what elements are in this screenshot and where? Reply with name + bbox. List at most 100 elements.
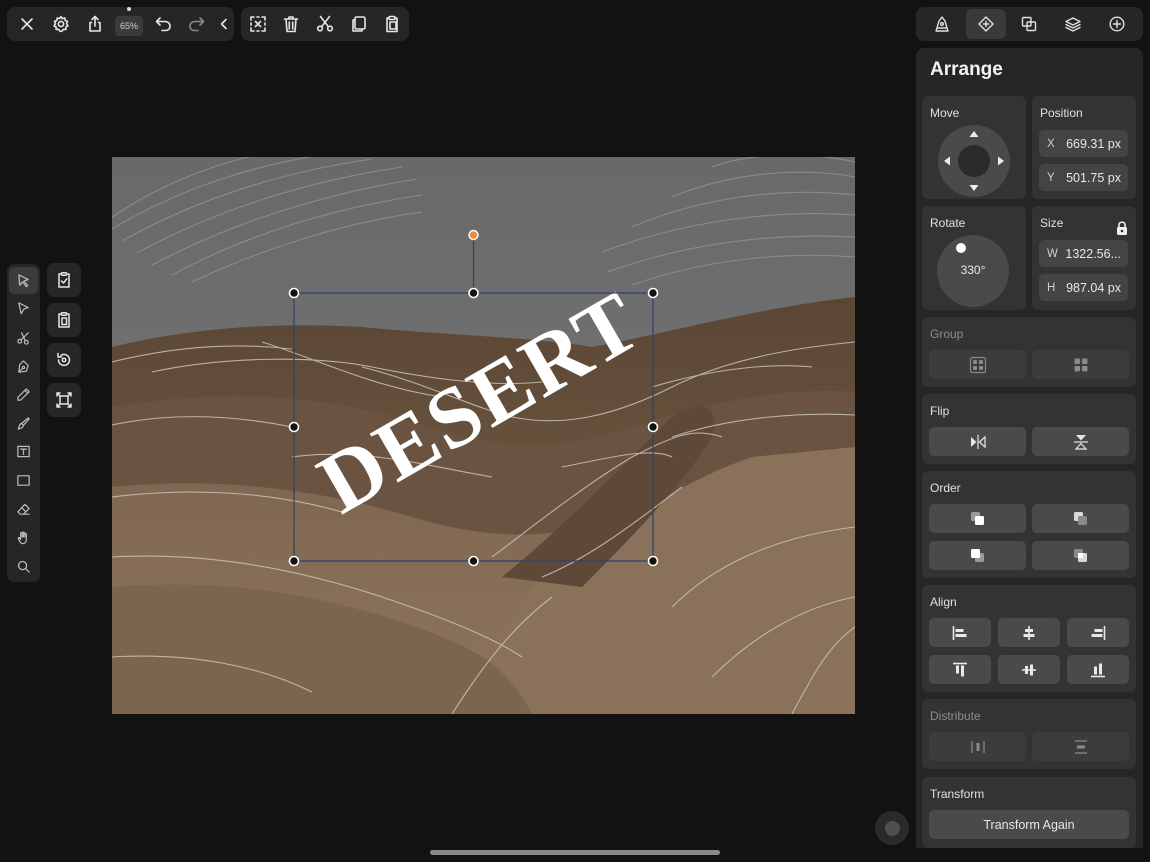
group-button[interactable] [929,350,1026,379]
position-card: Position X 669.31 px Y 501.75 px [1032,96,1136,199]
move-card: Move [922,96,1026,199]
checklist-icon[interactable] [47,263,81,297]
flip-vertical-button[interactable] [1032,427,1129,456]
move-label: Move [930,106,960,120]
floating-action-dot [884,820,900,836]
resize-handle-bottom-right [647,555,659,567]
bring-to-front-button[interactable] [929,504,1026,533]
align-right-icon [1091,625,1106,640]
move-nudge-pad[interactable] [937,125,1011,197]
share-icon[interactable] [78,7,112,41]
transform-again-button[interactable]: Transform Again [929,810,1129,839]
bring-to-front-icon [970,511,984,525]
style-tab[interactable] [922,9,962,39]
align-middle-button[interactable] [998,655,1060,684]
selection-tool[interactable] [9,266,38,294]
distribute-horizontal-button[interactable] [929,732,1026,761]
rotate-card: Rotate 330° [922,206,1026,310]
rotate-dial-knob[interactable] [956,243,966,253]
paste-style-icon[interactable] [47,303,81,337]
cut-icon[interactable] [308,7,342,41]
rotate-dial[interactable]: 330° [937,235,1009,307]
paste-icon[interactable] [375,7,409,41]
shape-tool[interactable] [9,467,38,494]
size-width-field[interactable]: W 1322.56... [1039,240,1128,267]
panel-tab-bar [916,7,1143,41]
redo-icon[interactable] [180,7,214,41]
align-center-button[interactable] [998,618,1060,647]
y-value: 501.75 px [1066,170,1121,185]
hand-tool[interactable] [9,524,38,551]
node-tool[interactable] [9,295,38,322]
flip-vertical-icon [1073,434,1088,450]
panel-title: Arrange [930,59,1003,80]
path-ops-tab[interactable] [1009,9,1049,39]
arrange-panel: Arrange Move Position X 669.31 px Y 501.… [916,48,1143,848]
copy-icon[interactable] [342,7,376,41]
flip-horizontal-button[interactable] [929,427,1026,456]
pencil-tool[interactable] [9,381,38,408]
resize-handle-top-left [288,287,300,299]
deselect-icon[interactable] [241,7,275,41]
position-y-field[interactable]: Y 501.75 px [1039,164,1128,191]
position-x-field[interactable]: X 669.31 px [1039,130,1128,157]
flip-label: Flip [930,404,950,418]
scissors-tool[interactable] [9,324,38,351]
align-bottom-button[interactable] [1067,655,1129,684]
desert-artwork: DESERT [112,157,855,714]
main-toolbar: 65% [7,7,234,41]
bring-forward-button[interactable] [1032,504,1129,533]
zoom-indicator[interactable]: 65% [112,7,146,41]
size-height-field[interactable]: H 987.04 px [1039,274,1128,301]
align-left-icon [952,625,967,640]
align-left-button[interactable] [929,618,991,647]
resize-handle-left [288,421,300,433]
align-center-icon [1023,625,1035,640]
resize-handle-top [468,287,479,299]
aspect-lock-icon[interactable] [1116,220,1128,236]
layers-tab[interactable] [1053,9,1093,39]
fit-frame-icon[interactable] [47,383,81,417]
transform-card: Transform Transform Again [922,777,1136,848]
align-top-button[interactable] [929,655,991,684]
text-tool[interactable] [9,438,38,465]
trash-icon[interactable] [275,7,309,41]
settings-icon[interactable] [44,7,78,41]
artboard-canvas[interactable]: DESERT [112,157,855,714]
send-backward-button[interactable] [929,541,1026,570]
arrange-tab[interactable] [965,9,1006,39]
align-label: Align [930,595,957,609]
align-top-icon [953,662,967,676]
order-card: Order [922,471,1136,578]
transform-again-label: Transform Again [983,817,1075,832]
align-right-button[interactable] [1067,618,1129,647]
rotate-value: 330° [960,263,986,277]
eraser-tool[interactable] [9,496,38,523]
close-icon[interactable] [10,7,44,41]
send-to-back-button[interactable] [1032,541,1129,570]
resize-handle-bottom [468,555,479,567]
align-card: Align [922,585,1136,692]
distribute-card: Distribute [922,699,1136,769]
undo-icon[interactable] [146,7,180,41]
x-value: 669.31 px [1066,136,1121,151]
distribute-vertical-icon [1074,739,1087,754]
rotate-label: Rotate [930,216,966,230]
group-icon [969,356,986,373]
zoom-level-badge: 65% [115,7,143,36]
collapse-chevron-icon[interactable] [214,7,234,41]
pen-tool[interactable] [9,353,38,380]
align-middle-icon [1022,664,1036,675]
distribute-horizontal-icon [970,740,985,753]
brush-tool[interactable] [9,410,38,437]
reset-rotation-icon[interactable] [47,343,81,377]
edit-toolbar [241,7,409,41]
ungroup-button[interactable] [1032,350,1129,379]
floating-action-button[interactable] [875,811,909,845]
distribute-vertical-button[interactable] [1032,732,1129,761]
zoom-tool[interactable] [9,553,38,580]
send-to-back-icon [1073,548,1087,562]
add-tab[interactable] [1097,9,1137,39]
size-card: Size W 1322.56... H 987.04 px [1032,206,1136,310]
rotation-handle [468,229,479,241]
